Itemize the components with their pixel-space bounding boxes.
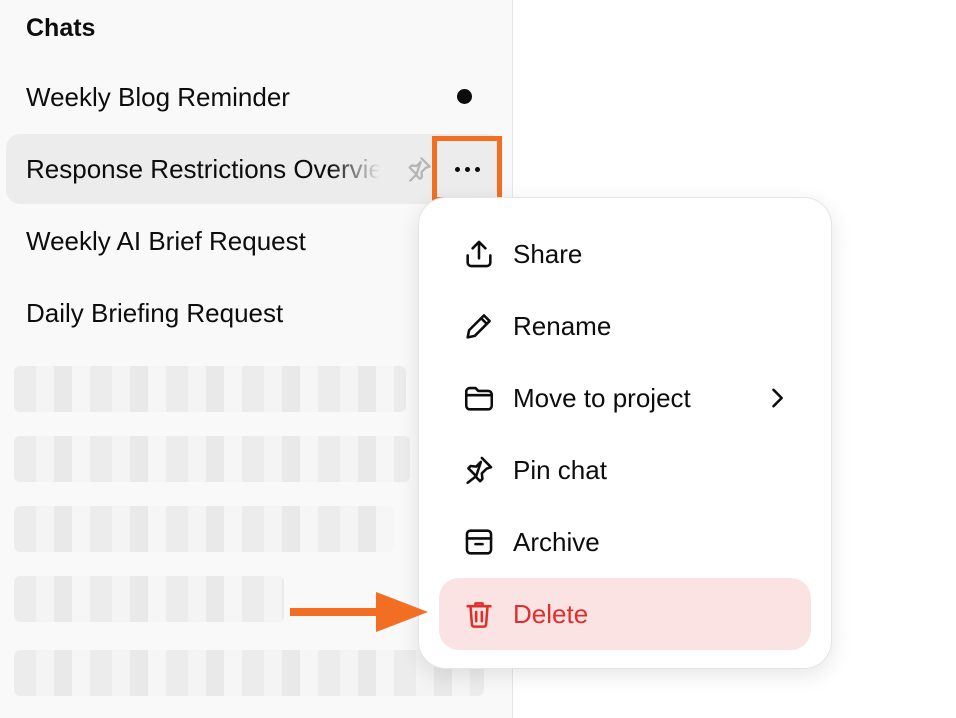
chat-context-menu: Share Rename Move to project Pin chat Ar… xyxy=(418,197,832,669)
more-dot xyxy=(474,166,480,172)
blurred-chat-item xyxy=(14,650,484,696)
chat-item-response-restrictions[interactable]: Response Restrictions Overview xyxy=(6,134,502,204)
chat-item-weekly-blog-reminder[interactable]: Weekly Blog Reminder xyxy=(6,62,502,132)
blurred-chat-item xyxy=(14,436,410,482)
chat-label: Daily Briefing Request xyxy=(26,297,284,328)
more-options-button[interactable] xyxy=(432,136,502,202)
blurred-chat-item xyxy=(14,366,406,412)
chat-label: Response Restrictions Overview xyxy=(26,153,380,184)
menu-item-label: Archive xyxy=(513,526,600,557)
chat-label: Weekly Blog Reminder xyxy=(26,81,290,112)
menu-item-share[interactable]: Share xyxy=(439,218,811,290)
menu-item-move-to-project[interactable]: Move to project xyxy=(439,362,811,434)
more-dot xyxy=(464,166,470,172)
share-icon xyxy=(461,236,497,272)
unread-indicator xyxy=(457,89,472,104)
blurred-chat-item xyxy=(14,576,284,622)
menu-item-rename[interactable]: Rename xyxy=(439,290,811,362)
pin-icon[interactable] xyxy=(404,154,434,184)
menu-item-label: Delete xyxy=(513,598,589,629)
menu-item-pin-chat[interactable]: Pin chat xyxy=(439,434,811,506)
pin-icon xyxy=(461,452,497,488)
menu-item-label: Pin chat xyxy=(513,454,607,485)
chevron-right-icon xyxy=(772,388,783,408)
more-dot xyxy=(454,166,460,172)
blurred-chat-item xyxy=(14,506,394,552)
chat-label: Weekly AI Brief Request xyxy=(26,225,306,256)
folder-icon xyxy=(461,380,497,416)
menu-item-label: Rename xyxy=(513,310,612,341)
pencil-icon xyxy=(461,308,497,344)
menu-item-label: Move to project xyxy=(513,382,691,413)
archive-icon xyxy=(461,524,497,560)
menu-item-delete[interactable]: Delete xyxy=(439,578,811,650)
chats-section-title: Chats xyxy=(26,14,96,42)
menu-item-archive[interactable]: Archive xyxy=(439,506,811,578)
annotation-arrow-icon xyxy=(290,592,428,632)
trash-icon xyxy=(461,596,497,632)
menu-item-label: Share xyxy=(513,238,583,269)
